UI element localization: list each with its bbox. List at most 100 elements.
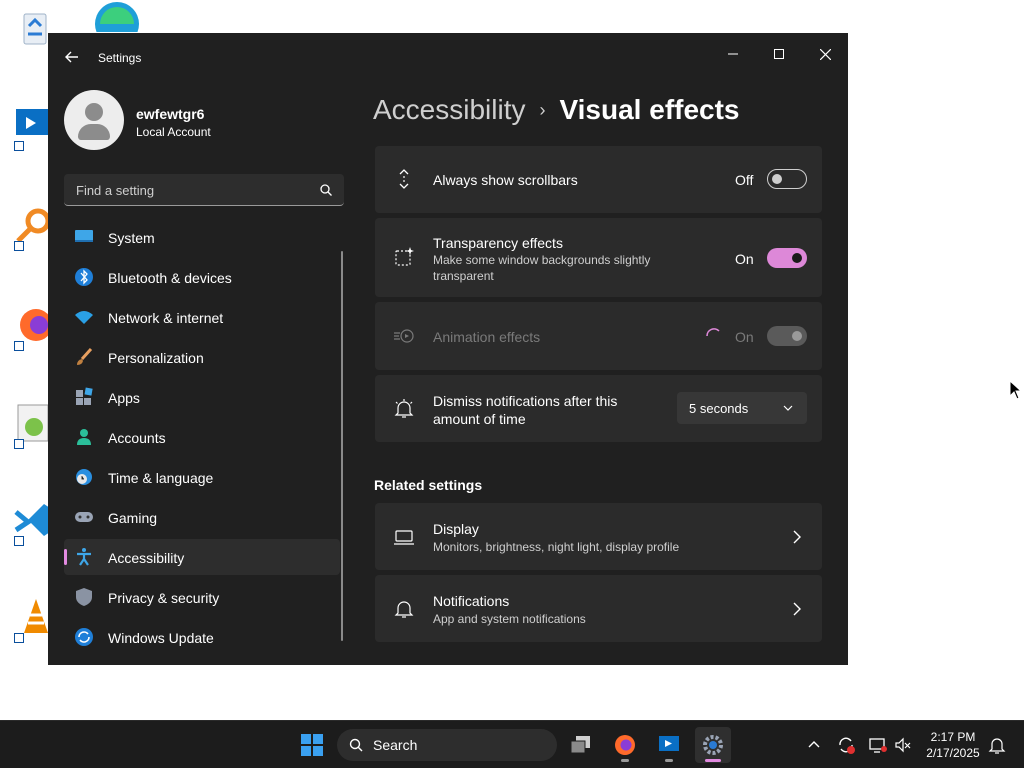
minimize-icon	[728, 53, 738, 55]
shortcut-arrow-icon	[14, 536, 24, 546]
edge-icon[interactable]	[92, 2, 142, 32]
user-profile[interactable]: ewfewtgr6 Local Account	[64, 90, 344, 150]
maximize-button[interactable]	[759, 39, 799, 69]
toggle-state-label: Off	[735, 172, 754, 188]
sidebar-item-label: Gaming	[108, 510, 158, 526]
sidebar-item-label: Time & language	[108, 470, 214, 486]
sidebar-item-windows-update[interactable]: Windows Update	[64, 619, 340, 655]
task-view-icon	[570, 736, 590, 754]
link-title: Display	[433, 521, 479, 537]
network-icon[interactable]	[868, 735, 888, 755]
system-clock[interactable]: 2:17 PM 2/17/2025	[918, 729, 988, 761]
search-icon	[320, 184, 332, 196]
sidebar-scrollbar[interactable]	[341, 251, 343, 641]
taskbar-settings[interactable]	[695, 727, 731, 763]
setting-always-show-scrollbars: Always show scrollbars Off	[375, 146, 822, 213]
chevron-up-icon[interactable]	[804, 735, 824, 755]
gear-icon	[703, 735, 723, 755]
sidebar-item-accessibility[interactable]: Accessibility	[64, 539, 340, 575]
sidebar-nav: System Bluetooth & devices Network & int…	[64, 219, 340, 659]
loading-spinner-icon	[706, 328, 720, 337]
taskbar: Search 2:17 PM 2/17/2025	[0, 720, 1024, 768]
sidebar-item-personalization[interactable]: Personalization	[64, 339, 340, 375]
taskbar-search-label: Search	[373, 737, 418, 753]
sidebar-item-system[interactable]: System	[64, 219, 340, 255]
gamepad-icon	[75, 512, 93, 522]
notification-timer-icon	[394, 399, 414, 418]
maximize-icon	[774, 49, 784, 59]
close-icon	[819, 48, 831, 60]
scrollbars-toggle[interactable]	[767, 169, 807, 189]
sidebar-item-accounts[interactable]: Accounts	[64, 419, 340, 455]
sidebar-item-label: Windows Update	[108, 630, 214, 646]
sidebar-item-label: Privacy & security	[108, 590, 220, 606]
active-indicator	[705, 759, 721, 762]
remote-desktop-icon	[659, 736, 679, 751]
shortcut-arrow-icon	[14, 633, 24, 643]
setting-dismiss-notifications: Dismiss notifications after this amount …	[375, 375, 822, 442]
shortcut-arrow-icon	[14, 241, 24, 251]
shortcut-arrow-icon	[14, 439, 24, 449]
breadcrumb-parent[interactable]: Accessibility	[373, 94, 525, 126]
search-icon	[349, 738, 363, 752]
taskbar-search[interactable]: Search	[337, 729, 557, 761]
transparency-toggle[interactable]	[767, 248, 807, 268]
account-type: Local Account	[136, 125, 211, 139]
page-title: Visual effects	[559, 94, 740, 125]
shortcut-arrow-icon	[14, 341, 24, 351]
setting-title: Dismiss notifications after this amount …	[433, 393, 618, 427]
taskbar-remote-desktop[interactable]	[651, 727, 687, 763]
dismiss-time-dropdown[interactable]: 5 seconds	[677, 392, 807, 424]
toggle-state-label: On	[735, 329, 754, 345]
task-view-button[interactable]	[563, 727, 599, 763]
taskbar-firefox[interactable]	[607, 727, 643, 763]
chevron-right-icon	[793, 530, 801, 544]
person-icon	[77, 429, 91, 445]
setting-title: Animation effects	[433, 329, 541, 345]
breadcrumb: Accessibility › Visual effects	[373, 90, 740, 130]
sidebar-item-gaming[interactable]: Gaming	[64, 499, 340, 535]
find-setting-input[interactable]: Find a setting	[64, 174, 344, 206]
related-settings-heading: Related settings	[374, 477, 483, 493]
search-placeholder: Find a setting	[76, 183, 155, 198]
clock-time: 2:17 PM	[930, 730, 976, 744]
arrow-left-icon	[65, 51, 78, 63]
close-button[interactable]	[805, 39, 845, 69]
chevron-right-icon	[793, 602, 801, 616]
sidebar-item-bluetooth[interactable]: Bluetooth & devices	[64, 259, 340, 295]
start-button[interactable]	[294, 727, 330, 763]
brush-icon	[77, 347, 93, 365]
sidebar-item-privacy[interactable]: Privacy & security	[64, 579, 340, 615]
related-notifications-link[interactable]: Notifications App and system notificatio…	[375, 575, 822, 642]
sidebar-item-label: Accounts	[108, 430, 166, 446]
transparency-icon	[395, 247, 414, 266]
bell-icon	[394, 601, 414, 618]
setting-title: Transparency effects	[433, 235, 563, 251]
app-title: Settings	[98, 51, 142, 65]
breadcrumb-separator: ›	[539, 99, 546, 120]
shortcut-arrow-icon	[14, 141, 24, 151]
mouse-cursor-icon	[1009, 380, 1023, 400]
sync-error-icon[interactable]	[836, 735, 856, 755]
apps-icon	[76, 387, 93, 405]
accessibility-icon	[77, 548, 91, 566]
running-indicator	[621, 759, 629, 762]
laptop-icon	[394, 530, 414, 545]
sidebar-item-network[interactable]: Network & internet	[64, 299, 340, 335]
sidebar-item-label: Apps	[108, 390, 140, 406]
animation-toggle[interactable]	[767, 326, 807, 346]
related-display-link[interactable]: Display Monitors, brightness, night ligh…	[375, 503, 822, 570]
dropdown-value: 5 seconds	[689, 401, 749, 416]
setting-title: Always show scrollbars	[433, 172, 578, 188]
volume-muted-icon[interactable]	[893, 735, 913, 755]
back-button[interactable]	[62, 47, 82, 67]
sidebar-item-time-language[interactable]: Time & language	[64, 459, 340, 495]
monitor-icon	[75, 230, 93, 242]
notification-bell-icon[interactable]	[987, 735, 1007, 755]
chevron-down-icon	[783, 405, 793, 411]
clock-date: 2/17/2025	[926, 746, 980, 760]
minimize-button[interactable]	[713, 39, 753, 69]
setting-animation-effects: Animation effects On	[375, 302, 822, 370]
avatar	[64, 90, 124, 150]
sidebar-item-apps[interactable]: Apps	[64, 379, 340, 415]
